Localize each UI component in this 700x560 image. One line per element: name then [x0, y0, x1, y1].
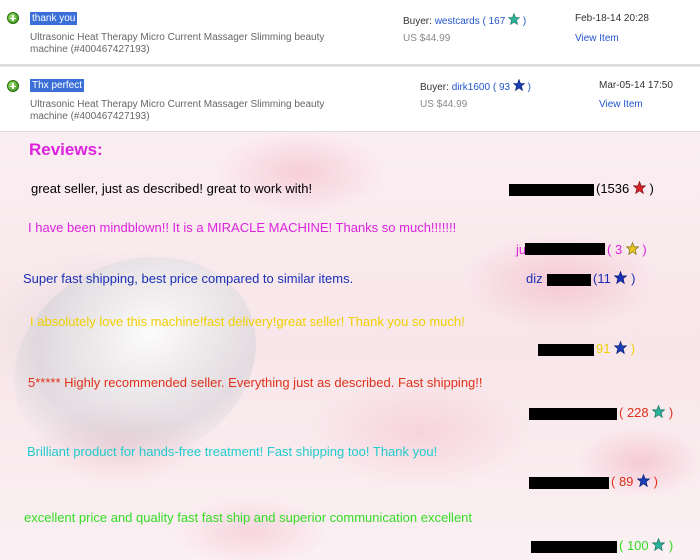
feedback-date: Mar-05-14 17:50: [599, 80, 673, 91]
feedback-row: Thx perfect Ultrasonic Heat Therapy Micr…: [0, 66, 700, 133]
redacted-username: [531, 541, 617, 553]
review-text: Super fast shipping, best price compared…: [23, 271, 354, 286]
review-text: 5***** Highly recommended seller. Everyt…: [28, 375, 483, 390]
review-user-score: ( 3 ): [607, 242, 647, 257]
review-user-score: ( 228 ): [619, 405, 674, 420]
star-icon: [637, 474, 651, 487]
star-icon: [632, 181, 646, 194]
review-text: I absolutely love this machine!fast deli…: [30, 314, 465, 329]
buyer-info: Buyer: westcards ( 167 ): [403, 13, 526, 27]
view-item-link[interactable]: View Item: [599, 99, 643, 110]
star-icon: [652, 405, 666, 418]
feedback-row: thank you Ultrasonic Heat Therapy Micro …: [0, 0, 700, 66]
feedback-comment: Thx perfect: [30, 79, 85, 92]
star-icon: [508, 13, 521, 25]
star-icon: [625, 242, 639, 255]
reviews-title: Reviews:: [29, 140, 103, 159]
buyer-score[interactable]: 167: [489, 16, 506, 27]
buyer-info: Buyer: dirk1600 ( 93 ): [420, 79, 531, 93]
reviews-panel: Reviews: great seller, just as described…: [0, 132, 700, 560]
view-item-link[interactable]: View Item: [575, 33, 619, 44]
buyer-name-link[interactable]: dirk1600: [452, 82, 490, 93]
star-icon: [512, 79, 525, 91]
item-title: Ultrasonic Heat Therapy Micro Current Ma…: [30, 32, 325, 55]
review-text: great seller, just as described! great t…: [31, 181, 313, 196]
buyer-name-link[interactable]: westcards: [435, 16, 480, 27]
feedback-comment: thank you: [30, 12, 78, 25]
item-price: US $44.99: [420, 99, 468, 110]
review-text: excellent price and quality fast fast sh…: [24, 510, 473, 525]
item-price: US $44.99: [403, 33, 451, 44]
redacted-username: [538, 344, 594, 356]
review-user-score: (1536 ): [596, 181, 654, 196]
redacted-username: [529, 408, 617, 420]
redacted-username: [525, 243, 605, 255]
star-icon: [614, 271, 628, 284]
star-icon: [614, 341, 628, 354]
review-user-prefix: diz: [526, 271, 543, 286]
star-icon: [652, 538, 666, 551]
review-user-score: ( 100 ): [619, 538, 674, 553]
review-user-score: (11 ): [593, 271, 636, 286]
redacted-username: [547, 274, 591, 286]
positive-feedback-icon: [7, 80, 19, 92]
review-user-score: 91 ): [596, 341, 636, 356]
buyer-score[interactable]: 93: [499, 82, 510, 93]
positive-feedback-icon: [7, 12, 19, 24]
feedback-date: Feb-18-14 20:28: [575, 13, 649, 24]
review-text: I have been mindblown!! It is a MIRACLE …: [28, 220, 457, 235]
redacted-username: [529, 477, 609, 489]
item-title: Ultrasonic Heat Therapy Micro Current Ma…: [30, 99, 325, 122]
redacted-username: [509, 184, 594, 196]
review-user-score: ( 89 ): [611, 474, 658, 489]
background-device-image: [0, 218, 291, 506]
review-text: Brilliant product for hands-free treatme…: [27, 444, 438, 459]
